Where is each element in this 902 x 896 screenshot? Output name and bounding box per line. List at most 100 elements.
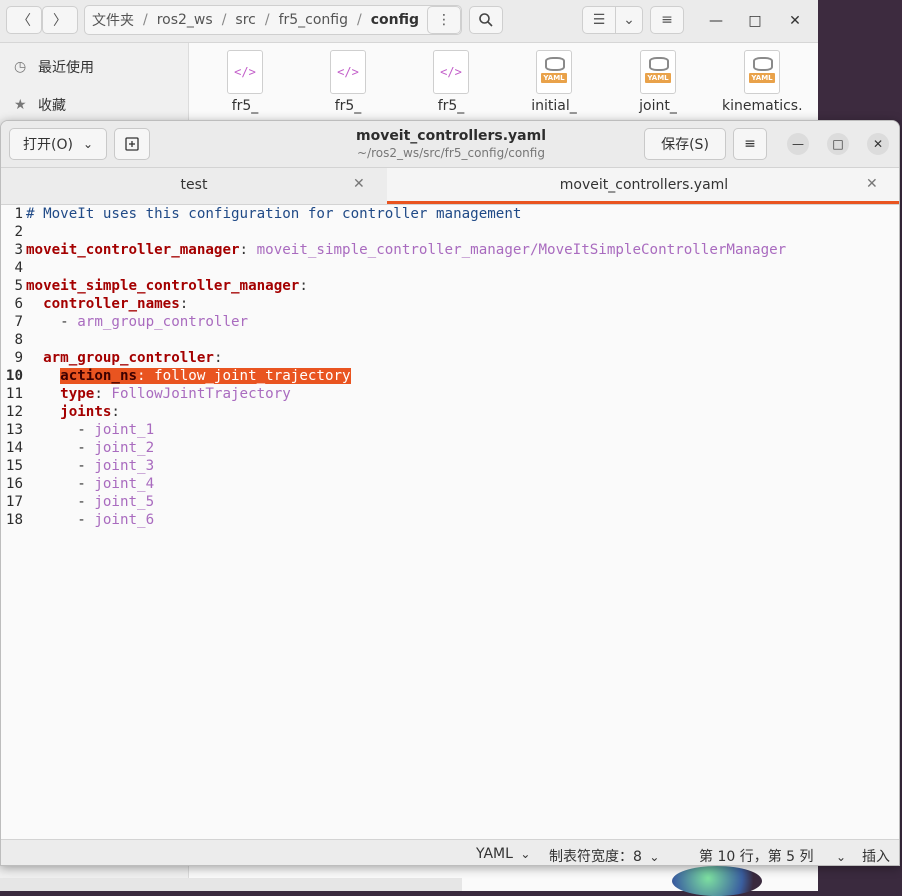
search-icon bbox=[479, 13, 493, 27]
star-icon: ★ bbox=[14, 97, 27, 113]
code-line[interactable]: type: FollowJointTrajectory bbox=[26, 385, 291, 403]
code-line[interactable]: - joint_5 bbox=[26, 493, 154, 511]
code-line[interactable]: - joint_6 bbox=[26, 511, 154, 529]
line-number: 16 bbox=[5, 476, 23, 492]
sidebar-item-starred[interactable]: ★ 收藏 bbox=[14, 95, 66, 115]
path-segment[interactable]: fr5_config bbox=[272, 12, 355, 28]
tab-moveit-controllers[interactable]: moveit_controllers.yaml ✕ bbox=[387, 168, 899, 204]
path-menu-button[interactable]: ⋮ bbox=[427, 6, 461, 34]
file-name: fr5_ bbox=[231, 98, 259, 114]
file-name: fr5_ bbox=[437, 98, 465, 114]
maximize-icon[interactable]: □ bbox=[746, 12, 764, 30]
file-item[interactable]: YAML joint_ bbox=[618, 50, 698, 114]
file-item[interactable]: </> fr5_ bbox=[308, 50, 388, 114]
chevron-left-icon: 〈 bbox=[17, 13, 31, 29]
tab-width-selector[interactable]: 制表符宽度：8 ⌄ bbox=[549, 846, 660, 865]
list-view-icon: ☰ bbox=[592, 12, 606, 28]
path-segment[interactable]: 文件夹 bbox=[85, 10, 141, 30]
line-number: 14 bbox=[5, 440, 23, 456]
file-name: kinematics. bbox=[722, 98, 803, 114]
view-options-button[interactable]: ⌄ bbox=[615, 6, 643, 34]
line-number: 11 bbox=[5, 386, 23, 402]
new-tab-button[interactable] bbox=[114, 128, 150, 160]
minimize-icon[interactable]: — bbox=[707, 12, 725, 30]
path-segment-current[interactable]: config bbox=[364, 12, 426, 28]
file-item[interactable]: </> fr5_ bbox=[411, 50, 491, 114]
xml-file-icon: </> bbox=[433, 50, 469, 94]
code-line[interactable]: moveit_controller_manager: moveit_simple… bbox=[26, 241, 786, 259]
main-menu-button[interactable]: ≡ bbox=[733, 128, 767, 160]
path-bar[interactable]: 文件夹 / ros2_ws / src / fr5_config / config bbox=[84, 5, 462, 35]
minimize-icon: — bbox=[792, 137, 804, 151]
main-menu-button[interactable]: ≡ bbox=[650, 6, 684, 34]
line-number: 2 bbox=[14, 224, 23, 240]
code-line[interactable]: action_ns: follow_joint_trajectory bbox=[26, 367, 351, 385]
line-number: 8 bbox=[14, 332, 23, 348]
new-document-icon bbox=[125, 137, 139, 151]
chevron-right-icon: 〉 bbox=[53, 13, 67, 29]
line-number: 12 bbox=[5, 404, 23, 420]
file-item[interactable]: </> fr5_ bbox=[205, 50, 285, 114]
tab-test[interactable]: test ✕ bbox=[1, 168, 387, 204]
tab-close-icon[interactable]: ✕ bbox=[353, 176, 365, 192]
file-item[interactable]: YAML initial_ bbox=[514, 50, 594, 114]
path-segment[interactable]: ros2_ws bbox=[150, 12, 220, 28]
code-line[interactable]: - arm_group_controller bbox=[26, 313, 248, 331]
maximize-icon: □ bbox=[832, 137, 844, 151]
sidebar-item-label: 最近使用 bbox=[38, 60, 94, 76]
tab-label: test bbox=[180, 177, 208, 193]
maximize-button[interactable]: □ bbox=[827, 133, 849, 155]
line-number: 13 bbox=[5, 422, 23, 438]
file-name: initial_ bbox=[531, 98, 577, 114]
hamburger-icon: ≡ bbox=[744, 136, 756, 152]
sidebar-item-recent[interactable]: ◷ 最近使用 bbox=[14, 57, 94, 77]
view-list-button[interactable]: ☰ bbox=[582, 6, 616, 34]
code-line[interactable]: # MoveIt uses this configuration for con… bbox=[26, 205, 521, 223]
save-button[interactable]: 保存(S) bbox=[644, 128, 726, 160]
code-line[interactable]: - joint_3 bbox=[26, 457, 154, 475]
sidebar-item-label: 收藏 bbox=[38, 98, 66, 114]
code-line[interactable]: controller_names: bbox=[26, 295, 188, 313]
chevron-down-icon: ⌄ bbox=[835, 850, 847, 864]
yaml-file-icon: YAML bbox=[640, 50, 676, 94]
language-selector[interactable]: YAML ⌄ bbox=[476, 846, 530, 862]
code-editor[interactable]: 1 # MoveIt uses this configuration for co… bbox=[1, 205, 899, 839]
open-button[interactable]: 打开(O) ⌄ bbox=[9, 128, 107, 160]
back-button[interactable]: 〈 bbox=[6, 6, 42, 34]
file-manager-header: 〈 〉 文件夹 / ros2_ws / src / fr5_config / confi… bbox=[0, 0, 818, 43]
chevron-down-icon: ⌄ bbox=[82, 137, 93, 151]
file-item[interactable]: YAML kinematics. bbox=[722, 50, 803, 114]
code-line[interactable]: joints: bbox=[26, 403, 120, 421]
minimize-button[interactable]: — bbox=[787, 133, 809, 155]
insert-mode-indicator[interactable]: 插入 bbox=[862, 846, 890, 865]
path-separator: / bbox=[143, 12, 148, 28]
close-icon[interactable]: ✕ bbox=[786, 12, 804, 30]
line-number: 5 bbox=[14, 278, 23, 294]
path-segment[interactable]: src bbox=[228, 12, 262, 28]
line-number: 9 bbox=[14, 350, 23, 366]
forward-button[interactable]: 〉 bbox=[42, 6, 78, 34]
tab-bar: test ✕ moveit_controllers.yaml ✕ bbox=[1, 168, 899, 205]
clock-icon: ◷ bbox=[14, 59, 27, 75]
line-number: 10 bbox=[5, 368, 23, 384]
desktop-background bbox=[818, 0, 902, 120]
close-button[interactable]: ✕ bbox=[867, 133, 889, 155]
code-line[interactable]: - joint_1 bbox=[26, 421, 154, 439]
open-button-label: 打开(O) bbox=[22, 137, 73, 153]
chevron-down-icon: ⌄ bbox=[623, 12, 635, 28]
search-button[interactable] bbox=[469, 6, 503, 34]
cursor-position[interactable]: 第 10 行，第 5 列 ⌄ bbox=[699, 846, 847, 865]
line-number: 1 bbox=[14, 206, 23, 222]
code-line[interactable]: - joint_4 bbox=[26, 475, 154, 493]
chevron-down-icon: ⌄ bbox=[649, 850, 660, 864]
file-name: fr5_ bbox=[334, 98, 362, 114]
line-number: 18 bbox=[5, 512, 23, 528]
code-line[interactable]: moveit_simple_controller_manager: bbox=[26, 277, 308, 295]
line-number: 17 bbox=[5, 494, 23, 510]
text-editor-window: 打开(O) ⌄ moveit_controllers.yaml ~/ros2_w… bbox=[0, 120, 900, 866]
tab-close-icon[interactable]: ✕ bbox=[866, 176, 878, 192]
document-title: moveit_controllers.yaml bbox=[355, 128, 547, 144]
line-number: 3 bbox=[14, 242, 23, 258]
code-line[interactable]: arm_group_controller: bbox=[26, 349, 222, 367]
code-line[interactable]: - joint_2 bbox=[26, 439, 154, 457]
